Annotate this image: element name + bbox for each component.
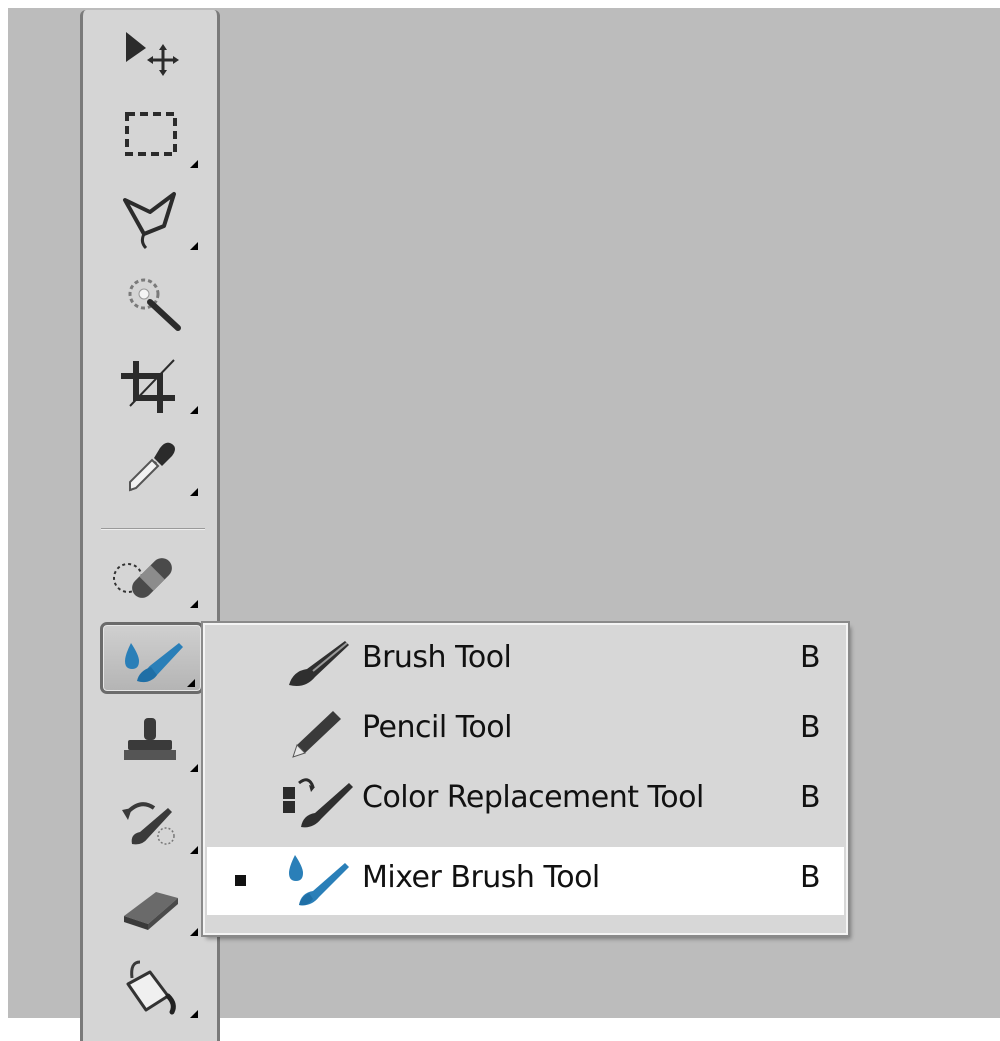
lasso-tool-button[interactable]	[100, 182, 204, 254]
polygonal-lasso-icon	[123, 192, 176, 250]
app-window: Brush Tool B Pencil Tool B Color Replace…	[0, 0, 1000, 1041]
toolbar-divider	[101, 528, 205, 530]
crop-icon	[121, 359, 175, 413]
submenu-indicator-icon	[190, 846, 198, 854]
selected-bullet-icon	[235, 875, 246, 886]
shortcut-key: B	[800, 640, 821, 675]
submenu-indicator-icon	[190, 488, 198, 496]
menu-item-mixer-brush-tool[interactable]: Mixer Brush Tool B	[207, 847, 844, 915]
tools-panel	[80, 10, 220, 1041]
eraser-icon	[124, 892, 178, 930]
submenu-indicator-icon	[190, 764, 198, 772]
menu-item-label: Color Replacement Tool	[362, 780, 704, 815]
menu-item-pencil-tool[interactable]: Pencil Tool B	[207, 697, 844, 765]
submenu-indicator-icon	[190, 928, 198, 936]
menu-item-color-replacement-tool[interactable]: Color Replacement Tool B	[207, 767, 844, 835]
move-tool-button[interactable]	[100, 18, 204, 90]
mixer-brush-tool-button[interactable]	[100, 622, 204, 694]
healing-brush-tool-button[interactable]	[100, 540, 204, 612]
quick-selection-tool-button[interactable]	[100, 264, 204, 336]
clone-stamp-tool-button[interactable]	[100, 704, 204, 776]
submenu-indicator-icon	[190, 406, 198, 414]
mixer-brush-icon	[289, 855, 349, 906]
eyedropper-tool-button[interactable]	[100, 428, 204, 500]
brush-tools-flyout-menu: Brush Tool B Pencil Tool B Color Replace…	[201, 621, 850, 937]
pencil-icon	[292, 711, 341, 758]
marquee-tool-button[interactable]	[100, 100, 204, 172]
color-replacement-icon	[283, 778, 353, 828]
submenu-indicator-icon	[190, 160, 198, 168]
submenu-indicator-icon	[190, 600, 198, 608]
marquee-icon	[125, 112, 177, 156]
shortcut-key: B	[800, 780, 821, 815]
submenu-indicator-icon	[187, 679, 195, 687]
submenu-indicator-icon	[190, 242, 198, 250]
brush-icon	[289, 641, 349, 686]
magic-wand-icon	[128, 278, 181, 331]
history-brush-tool-button[interactable]	[100, 786, 204, 858]
menu-item-label: Pencil Tool	[362, 710, 512, 745]
history-brush-icon	[122, 802, 175, 845]
shortcut-key: B	[800, 710, 821, 745]
menu-item-label: Mixer Brush Tool	[362, 860, 600, 895]
crop-tool-button[interactable]	[100, 346, 204, 418]
submenu-indicator-icon	[190, 1010, 198, 1018]
bandage-icon	[113, 558, 172, 598]
eraser-tool-button[interactable]	[100, 868, 204, 940]
menu-item-brush-tool[interactable]: Brush Tool B	[207, 627, 844, 695]
eyedropper-icon	[128, 442, 175, 492]
paint-bucket-tool-button[interactable]	[100, 950, 204, 1022]
menu-item-label: Brush Tool	[362, 640, 512, 675]
stamp-icon	[124, 718, 176, 760]
move-icon	[126, 32, 179, 76]
shortcut-key: B	[800, 860, 821, 895]
paint-bucket-icon	[126, 960, 176, 1015]
